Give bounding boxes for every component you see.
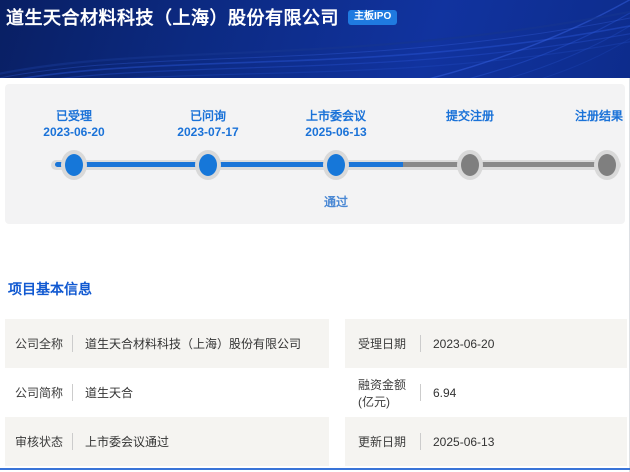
timeline-node-submit-registration [457,150,483,180]
info-cell-short-name: 公司简称 道生天合 [5,368,329,417]
timeline-node-committee-meeting [323,150,349,180]
info-cell-financing-amount: 融资金额(亿元) 6.94 [345,368,627,417]
field-label: 融资金额(亿元) [358,376,420,410]
stage-date: 2023-06-20 [43,124,104,140]
header-banner: 道生天合材料科技（上海）股份有限公司 主板IPO [0,0,630,78]
divider [420,433,421,450]
board-ipo-badge: 主板IPO [348,10,397,25]
header-title-row: 道生天合材料科技（上海）股份有限公司 主板IPO [6,4,397,30]
stage-name: 上市委会议 [305,108,366,124]
field-label: 公司全称 [15,335,72,352]
timeline-track-completed [55,162,403,167]
node-dot-icon [327,154,345,176]
divider [72,433,73,450]
field-label: 审核状态 [15,433,72,450]
section-heading-basic-info: 项目基本信息 [8,279,92,299]
info-cell-full-name: 公司全称 道生天合材料科技（上海）股份有限公司 [5,319,329,368]
field-label: 公司简称 [15,384,72,401]
ipo-detail-page: { "header": { "title": "道生天合材料科技（上海）股份有限… [0,0,630,472]
stage-name: 注册结果 [575,108,623,124]
stage-date: 2023-07-17 [177,124,238,140]
timeline-node-registration-result [594,150,620,180]
info-cell-update-date: 更新日期 2025-06-13 [345,417,627,466]
basic-info-table: 公司全称 道生天合材料科技（上海）股份有限公司 受理日期 2023-06-20 … [0,319,630,467]
node-dot-icon [199,154,217,176]
field-value: 道生天合材料科技（上海）股份有限公司 [85,335,301,352]
info-cell-review-status: 审核状态 上市委会议通过 [5,417,329,466]
stage-date: 2025-06-13 [305,124,366,140]
divider [72,384,73,401]
stage-label-submit-registration: 提交注册 [446,108,494,124]
node-dot-icon [65,154,83,176]
timeline-node-inquired [195,150,221,180]
node-dot-icon [598,154,616,176]
field-value: 2023-06-20 [433,337,494,351]
stage-label-committee-meeting: 上市委会议 2025-06-13 [305,108,366,140]
stage-name: 已受理 [43,108,104,124]
stage-label-registration-result: 注册结果 [575,108,623,124]
field-label: 受理日期 [358,335,420,352]
info-cell-acceptance-date: 受理日期 2023-06-20 [345,319,627,368]
company-title: 道生天合材料科技（上海）股份有限公司 [6,4,339,30]
stage-name: 已问询 [177,108,238,124]
stage-name: 提交注册 [446,108,494,124]
field-label: 更新日期 [358,433,420,450]
node-dot-icon [461,154,479,176]
divider [420,335,421,352]
ipo-progress-panel: 已受理 2023-06-20 已问询 2023-07-17 上市委会议 2025… [5,84,625,224]
timeline-track-remaining [403,162,617,167]
section-accent-line [0,468,630,470]
field-value: 6.94 [433,386,456,400]
timeline-node-accepted [61,150,87,180]
field-value: 2025-06-13 [433,435,494,449]
stage-label-inquired: 已问询 2023-07-17 [177,108,238,140]
divider [420,384,421,401]
committee-result-note: 通过 [324,193,348,210]
field-value: 道生天合 [85,384,133,401]
stage-label-accepted: 已受理 2023-06-20 [43,108,104,140]
divider [72,335,73,352]
field-value: 上市委会议通过 [85,433,169,450]
